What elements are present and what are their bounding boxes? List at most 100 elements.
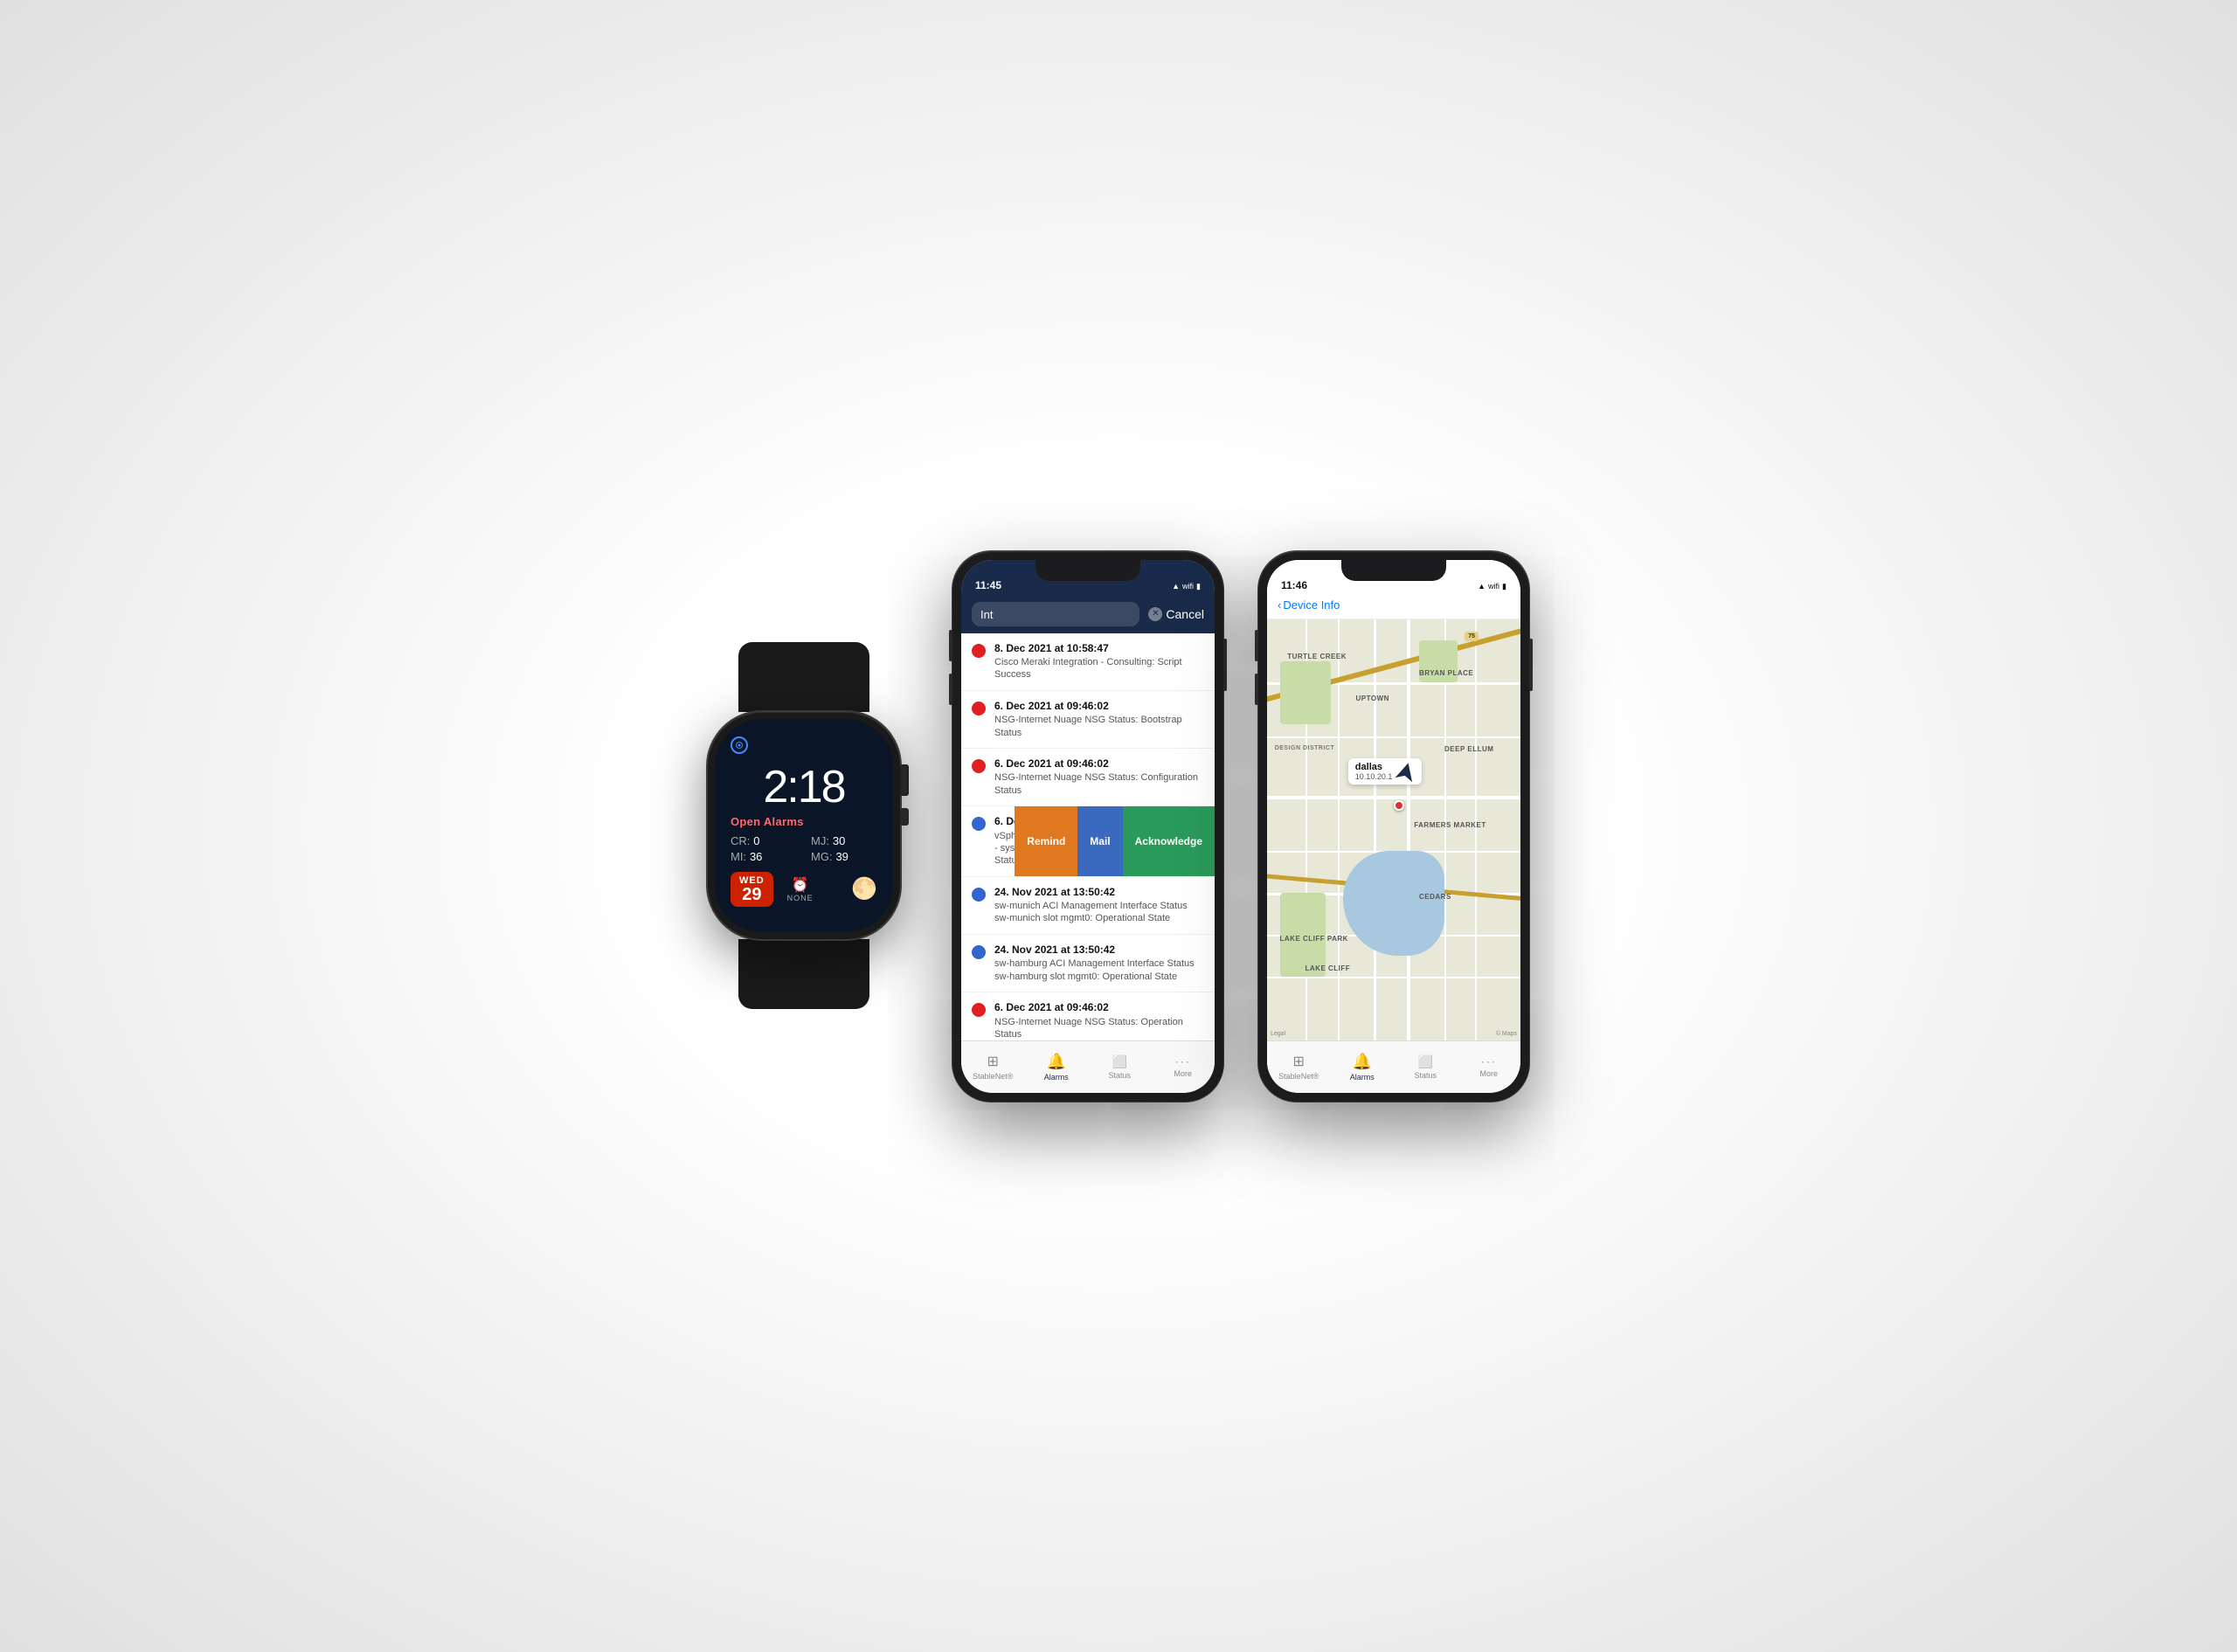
map-pin — [1394, 800, 1404, 811]
tab-more-left[interactable]: ··· More — [1152, 1055, 1215, 1078]
road-v4 — [1407, 619, 1410, 1040]
swipe-actions: Remind Mail Acknowledge — [1015, 806, 1215, 875]
highway-badge-1: 75 — [1465, 632, 1479, 641]
alarm-text-6: 24. Nov 2021 at 13:50:42 sw-hamburg ACI … — [994, 944, 1204, 983]
alarm-dot-5 — [972, 888, 986, 902]
map-label-lake-cliff2: LAKE CLIFF — [1305, 964, 1351, 972]
alarms-icon: 🔔 — [1047, 1053, 1066, 1071]
watch-alarm-icon: ⏰ — [792, 876, 809, 894]
tab-alarms-right[interactable]: 🔔 Alarms — [1331, 1053, 1395, 1082]
iphone-left-power-button[interactable] — [1223, 639, 1227, 691]
iphone-right-body: 11:46 ▲ wifi ▮ ‹ Device Info — [1258, 551, 1529, 1102]
map-header: ‹ Device Info — [1267, 595, 1520, 619]
devices-container: 2:18 Open Alarms CR: 0 MJ: 30 MI: 36 MG:… — [708, 551, 1529, 1102]
map-label-cedars: CEDARS — [1419, 893, 1451, 901]
alarm-dot-6 — [972, 945, 986, 959]
alarm-text-3: 6. Dec 2021 at 09:46:02 NSG-Internet Nua… — [994, 757, 1204, 797]
tab-more-right[interactable]: ··· More — [1458, 1055, 1521, 1078]
mail-button[interactable]: Mail — [1077, 806, 1122, 875]
map-label-lake-cliff: LAKE CLIFF PARK — [1280, 935, 1348, 943]
alarms-list: 8. Dec 2021 at 10:58:47 Cisco Meraki Int… — [961, 633, 1215, 1040]
watch-mi: MI: 36 — [731, 849, 797, 863]
search-input-area[interactable]: Int — [972, 602, 1139, 626]
wifi-icon-right: wifi — [1488, 582, 1499, 591]
stablenet-icon-right: ⊞ — [1293, 1053, 1305, 1070]
road-v5 — [1444, 619, 1446, 1040]
alarm-text-1: 8. Dec 2021 at 10:58:47 Cisco Meraki Int… — [994, 642, 1204, 681]
search-input-text: Int — [980, 608, 993, 621]
alarm-text-5: 24. Nov 2021 at 13:50:42 sw-munich ACI M… — [994, 886, 1204, 925]
battery-icon-right: ▮ — [1502, 582, 1506, 591]
map-copyright: © Maps — [1496, 1031, 1517, 1037]
cancel-x-icon: ✕ — [1148, 607, 1162, 621]
map-label-farmers-market: FARMERS MARKET — [1414, 821, 1486, 829]
park-1 — [1280, 661, 1331, 724]
road-v3 — [1374, 619, 1376, 1040]
map-label-bryan-place: BRYAN PLACE — [1419, 669, 1473, 677]
iphone-right-screen: 11:46 ▲ wifi ▮ ‹ Device Info — [1267, 560, 1520, 1093]
watch-crown — [900, 764, 909, 796]
map-label-uptown: UPTOWN — [1356, 695, 1389, 702]
more-label: More — [1174, 1069, 1192, 1078]
stablenet-label-right: StableNet® — [1278, 1072, 1319, 1081]
map-label-design-district: DESIGN DISTRICT — [1275, 745, 1335, 751]
tab-stablenet-right[interactable]: ⊞ StableNet® — [1267, 1053, 1331, 1081]
status-label-right: Status — [1414, 1071, 1437, 1080]
alarm-dot-7 — [972, 1003, 986, 1017]
watch-target-icon — [731, 736, 748, 754]
alarm-dot-4 — [972, 817, 986, 831]
alarm-item-5[interactable]: 24. Nov 2021 at 13:50:42 sw-munich ACI M… — [961, 877, 1215, 935]
cancel-button[interactable]: ✕ Cancel — [1148, 607, 1204, 621]
alarm-item-6[interactable]: 24. Nov 2021 at 13:50:42 sw-hamburg ACI … — [961, 935, 1215, 992]
alarm-item-4[interactable]: 6. Dec 2021 at 09:44:22 vSphere-Center V… — [961, 806, 1215, 876]
watch-open-alarms-label: Open Alarms — [731, 815, 877, 828]
iphone-right-status-icons: ▲ wifi ▮ — [1478, 582, 1506, 591]
tab-stablenet-left[interactable]: ⊞ StableNet® — [961, 1053, 1025, 1081]
chevron-left-icon: ‹ — [1278, 598, 1281, 612]
alarm-item-2[interactable]: 6. Dec 2021 at 09:46:02 NSG-Internet Nua… — [961, 691, 1215, 749]
more-icon-right: ··· — [1481, 1055, 1497, 1068]
map-back-button[interactable]: ‹ Device Info — [1278, 598, 1340, 612]
alarm-text-7: 6. Dec 2021 at 09:46:02 NSG-Internet Nua… — [994, 1001, 1204, 1040]
iphone-right-power-button[interactable] — [1529, 639, 1533, 691]
road-v6 — [1475, 619, 1477, 1040]
tab-status-left[interactable]: ⬜ Status — [1088, 1054, 1152, 1080]
map-area[interactable]: TURTLE CREEK UPTOWN BRYAN PLACE DEEP ELL… — [1267, 619, 1520, 1040]
iphone-left-vol-up[interactable] — [949, 630, 952, 661]
iphone-right-vol-up[interactable] — [1255, 630, 1258, 661]
watch-screen: 2:18 Open Alarms CR: 0 MJ: 30 MI: 36 MG:… — [715, 719, 893, 932]
iphone-left-status-icons: ▲ wifi ▮ — [1172, 582, 1201, 591]
watch-moon-icon: 🌕 — [851, 876, 877, 902]
remind-button[interactable]: Remind — [1015, 806, 1077, 875]
map-label-turtle-creek: TURTLE CREEK — [1287, 653, 1347, 660]
map-marker-box[interactable]: dallas 10.10.20.1 — [1348, 758, 1423, 785]
tab-alarms-left[interactable]: 🔔 Alarms — [1025, 1053, 1089, 1082]
iphone-left-tab-bar: ⊞ StableNet® 🔔 Alarms ⬜ Status ··· More — [961, 1040, 1215, 1093]
alarms-label-right: Alarms — [1350, 1073, 1375, 1082]
tab-status-right[interactable]: ⬜ Status — [1394, 1054, 1458, 1080]
watch-alarm-badge: ⏰ NONE — [787, 876, 814, 902]
iphone-left-time: 11:45 — [975, 579, 1001, 591]
iphone-left-body: 11:45 ▲ wifi ▮ Int ✕ Cancel — [952, 551, 1223, 1102]
iphone-right-vol-down[interactable] — [1255, 674, 1258, 705]
search-bar: Int ✕ Cancel — [961, 595, 1215, 633]
map-label-deep-ellum: DEEP ELLUM — [1444, 745, 1493, 753]
status-label: Status — [1108, 1071, 1131, 1080]
watch-alarm-none: NONE — [787, 894, 814, 902]
map-background: TURTLE CREEK UPTOWN BRYAN PLACE DEEP ELL… — [1267, 619, 1520, 1040]
alarms-icon-right: 🔔 — [1353, 1053, 1372, 1071]
watch-body: 2:18 Open Alarms CR: 0 MJ: 30 MI: 36 MG:… — [708, 712, 900, 939]
stablenet-label: StableNet® — [973, 1072, 1013, 1081]
alarm-dot-1 — [972, 644, 986, 658]
iphone-right-notch — [1341, 560, 1446, 581]
water-body — [1343, 851, 1444, 957]
more-icon: ··· — [1175, 1055, 1191, 1068]
acknowledge-button[interactable]: Acknowledge — [1123, 806, 1215, 875]
signal-icon: ▲ — [1172, 582, 1180, 591]
alarm-item-7[interactable]: 6. Dec 2021 at 09:46:02 NSG-Internet Nua… — [961, 992, 1215, 1040]
iphone-right-time: 11:46 — [1281, 579, 1307, 591]
alarm-dot-2 — [972, 702, 986, 715]
iphone-left-vol-down[interactable] — [949, 674, 952, 705]
alarm-item-1[interactable]: 8. Dec 2021 at 10:58:47 Cisco Meraki Int… — [961, 633, 1215, 691]
alarm-item-3[interactable]: 6. Dec 2021 at 09:46:02 NSG-Internet Nua… — [961, 749, 1215, 806]
